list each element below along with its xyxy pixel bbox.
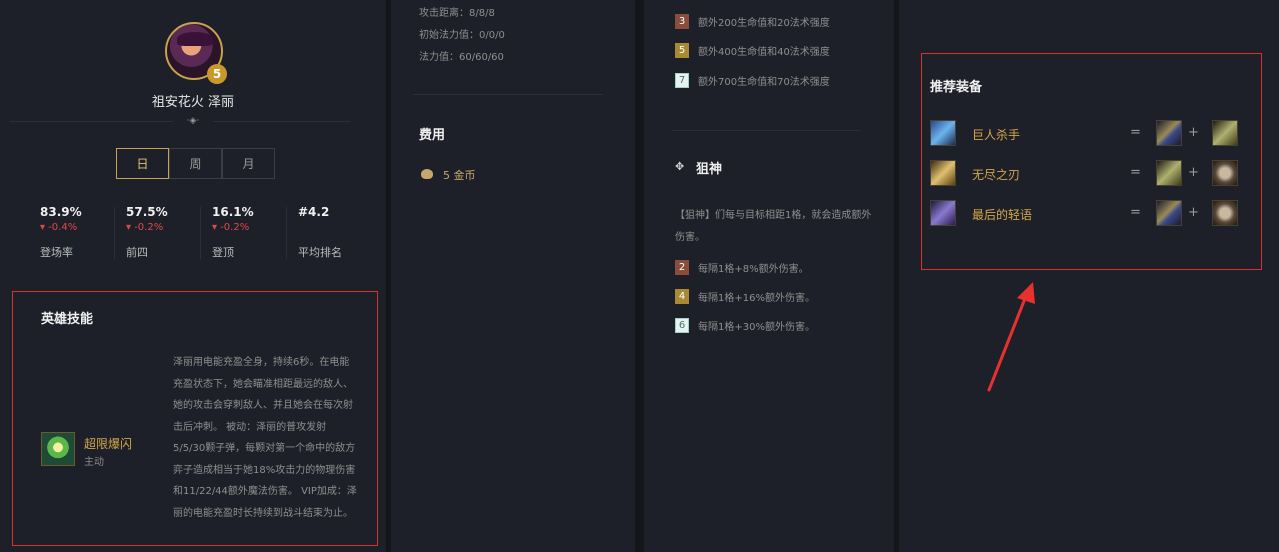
bf-sword-icon[interactable] [1156, 160, 1182, 186]
item-row[interactable]: 巨人杀手 = + [930, 120, 1240, 148]
tier-badge: 6 [675, 318, 689, 333]
stats-row: 83.9% ▾ -0.4% 登场率 57.5% ▾ -0.2% 前四 16.1%… [40, 205, 384, 260]
recurve-bow-icon[interactable] [1156, 200, 1182, 226]
sparring-gloves-icon[interactable] [1212, 200, 1238, 226]
trait-description: 【狙神】们每与目标相距1格，就会造成额外伤害。 [675, 210, 872, 243]
item-row[interactable]: 无尽之刃 = + [930, 160, 1240, 188]
skill-name: 超限爆闪 [84, 437, 133, 451]
plus-sign: + [1188, 205, 1199, 220]
tier-text: 每隔1格+8%额外伤害。 [698, 264, 809, 275]
skill-description: 泽丽用电能充盈全身，持续6秒。在电能充盈状态下，她会瞄准相距最远的敌人、她的攻击… [173, 357, 357, 519]
equals-sign: = [1130, 125, 1141, 140]
skill-section: 英雄技能 超限爆闪 主动 泽丽用电能充盈全身，持续6秒。在电能充盈状态下，她会瞄… [12, 291, 378, 546]
attack-range: 攻击距离：8/8/8 [419, 8, 495, 19]
items-section-title: 推荐装备 [930, 80, 983, 95]
hero-panel: 5 祖安花火 泽丽 ·◈· 日 周 月 83.9% ▾ -0.4% 登场率 57… [0, 0, 386, 552]
mana: 法力值：60/60/60 [419, 52, 504, 63]
tier-text: 每隔1格+30%额外伤害。 [698, 322, 815, 333]
ornament-icon: ·◈· [173, 116, 213, 126]
giant-slayer-icon[interactable] [930, 120, 956, 146]
tier-badge: 2 [675, 260, 689, 275]
skill-icon[interactable] [41, 432, 75, 466]
tab-day[interactable]: 日 [116, 148, 169, 179]
skill-type: 主动 [84, 457, 104, 468]
period-tabs: 日 周 月 [116, 148, 275, 179]
trait-bonus-row: 3 额外200生命值和20法术强度 [675, 14, 830, 29]
item-name[interactable]: 最后的轻语 [972, 206, 1032, 223]
tier-badge: 4 [675, 289, 689, 304]
stat-label: 平均排名 [298, 246, 342, 259]
tier-text: 额外700生命值和70法术强度 [698, 77, 830, 88]
divider [114, 207, 115, 259]
tab-week[interactable]: 周 [169, 148, 222, 179]
item-name[interactable]: 巨人杀手 [972, 126, 1020, 143]
divider [200, 207, 201, 259]
cost-value: 5 金币 [443, 169, 476, 182]
recurve-bow-icon[interactable] [1156, 120, 1182, 146]
trait-tier-row: 6 每隔1格+30%额外伤害。 [675, 318, 815, 333]
item-name[interactable]: 无尽之刃 [972, 166, 1020, 183]
stat-change [298, 222, 384, 234]
trait-panel: 3 额外200生命值和20法术强度 5 额外400生命值和40法术强度 7 额外… [644, 0, 894, 552]
stat-avg-rank: #4.2 平均排名 [286, 205, 384, 260]
tier-text: 额外400生命值和40法术强度 [698, 47, 830, 58]
coin-icon [421, 169, 433, 179]
trait-name[interactable]: 狙神 [696, 158, 722, 177]
tier-badge: 5 [675, 43, 689, 58]
divider [413, 94, 603, 95]
items-panel: 推荐装备 巨人杀手 = + 无尽之刃 = + 最后的轻语 = + [899, 0, 1279, 552]
red-arrow-annotation [987, 282, 1035, 392]
tier-badge: 7 [675, 73, 689, 88]
starting-mana: 初始法力值：0/0/0 [419, 30, 505, 41]
sparring-gloves-icon[interactable] [1212, 160, 1238, 186]
equals-sign: = [1130, 165, 1141, 180]
cost-title: 费用 [419, 128, 446, 143]
trait-bonus-row: 7 额外700生命值和70法术强度 [675, 73, 830, 88]
hero-avatar[interactable]: 5 [165, 22, 227, 84]
divider [672, 130, 860, 131]
hero-name: 祖安花火 泽丽 [151, 95, 235, 110]
skill-section-title: 英雄技能 [41, 312, 94, 327]
stat-value: #4.2 [298, 205, 330, 219]
infinity-edge-icon[interactable] [930, 160, 956, 186]
tier-text: 每隔1格+16%额外伤害。 [698, 293, 815, 304]
item-row[interactable]: 最后的轻语 = + [930, 200, 1240, 228]
plus-sign: + [1188, 125, 1199, 140]
trait-tier-row: 2 每隔1格+8%额外伤害。 [675, 260, 809, 275]
tier-text: 额外200生命值和20法术强度 [698, 18, 830, 29]
plus-sign: + [1188, 165, 1199, 180]
equals-sign: = [1130, 205, 1141, 220]
sniper-trait-icon: ✥ [675, 160, 685, 173]
divider [286, 207, 287, 259]
tab-month[interactable]: 月 [222, 148, 275, 179]
last-whisper-icon[interactable] [930, 200, 956, 226]
trait-bonus-row: 5 额外400生命值和40法术强度 [675, 43, 830, 58]
attributes-panel: 攻击距离：8/8/8 初始法力值：0/0/0 法力值：60/60/60 费用 5… [391, 0, 635, 552]
recommended-items-section: 推荐装备 巨人杀手 = + 无尽之刃 = + 最后的轻语 = + [921, 53, 1262, 270]
star-badge: 5 [207, 64, 227, 84]
bf-sword-icon[interactable] [1212, 120, 1238, 146]
trait-tier-row: 4 每隔1格+16%额外伤害。 [675, 289, 815, 304]
tier-badge: 3 [675, 14, 689, 29]
